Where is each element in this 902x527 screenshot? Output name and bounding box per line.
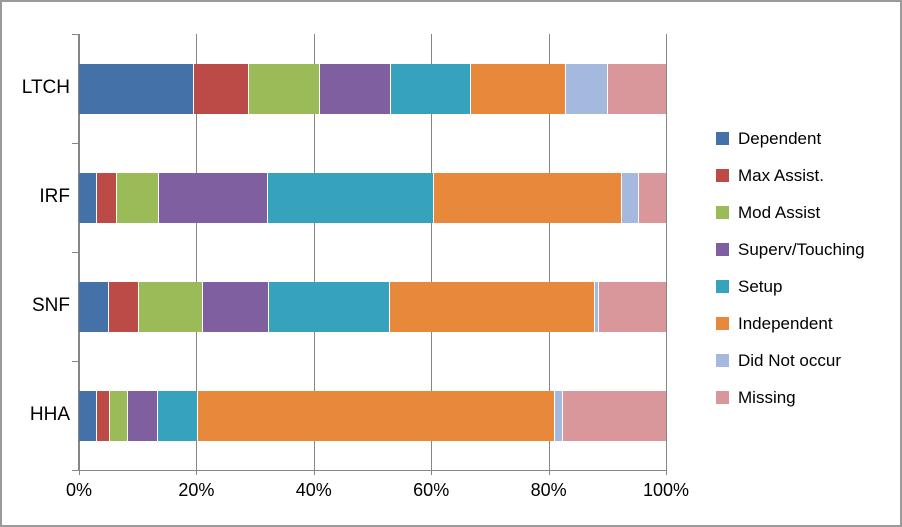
bar-segment-mod-assist [249,63,320,114]
bar-segment-independent [470,63,566,114]
x-axis-tick-label: 20% [178,480,215,500]
bar-segment-did-not-occur [555,390,564,441]
legend-label: Missing [738,387,796,407]
legend-item-dependent: Dependent [716,120,896,157]
bar-segment-superv-touching [128,390,158,441]
legend-item-independent: Independent [716,305,896,342]
bar-segment-setup [390,63,471,114]
legend-label: Independent [738,313,833,333]
gridline-100pct [666,34,667,470]
legend-swatch-icon [716,169,729,182]
stacked-bar-snf [79,281,666,332]
bar-segment-did-not-occur [565,63,609,114]
bar-segment-missing [638,172,666,223]
legend-swatch-icon [716,317,729,330]
legend-swatch-icon [716,391,729,404]
legend-label: Mod Assist [738,202,821,222]
legend-item-max-assist: Max Assist. [716,157,896,194]
bar-segment-superv-touching [203,281,270,332]
chart-container: LTCH IRF SNF HHA 0% 20% 40% 60% 80% 100% Depende… [0,0,902,527]
bar-segment-independent [390,281,595,332]
x-axis-tick-label: 60% [413,480,450,500]
x-tick [196,470,198,475]
x-axis-tick-label: 100% [642,480,690,500]
bar-segment-mod-assist [138,281,204,332]
y-axis-labels: LTCH IRF SNF HHA [2,2,79,525]
bar-segment-superv-touching [319,63,391,114]
plot-area [79,34,667,470]
bar-segment-superv-touching [158,172,268,223]
bar-segment-setup [267,172,435,223]
x-axis-tick-label: 80% [530,480,567,500]
bar-segment-mod-assist [116,172,159,223]
legend-item-setup: Setup [716,268,896,305]
bar-segment-max-assist [194,63,250,114]
x-axis-tick-label: 0% [65,480,93,500]
legend-item-missing: Missing [716,379,896,416]
legend-label: Superv/Touching [738,239,865,259]
legend-item-did-not-occur: Did Not occur [716,342,896,379]
stacked-bar-irf [79,172,666,223]
bar-segment-missing [563,390,666,441]
y-axis-tick-label-irf: IRF [39,185,70,207]
y-axis-tick-label-hha: HHA [29,403,70,425]
x-tick [548,470,550,475]
bar-segment-max-assist [108,281,139,332]
legend-swatch-icon [716,132,729,145]
y-axis-tick-label-snf: SNF [32,294,70,316]
legend-label: Setup [738,276,783,296]
bar-segment-independent [434,172,622,223]
bar-segment-setup [157,390,199,441]
stacked-bar-hha [79,390,666,441]
bar-segment-dependent [79,172,97,223]
x-tick [79,470,80,475]
y-axis-tick-label-ltch: LTCH [21,76,70,98]
x-tick [431,470,433,475]
legend-swatch-icon [716,206,729,219]
chart-legend: Dependent Max Assist. Mod Assist Superv/Tou… [716,120,896,416]
bar-segment-independent [198,390,556,441]
stacked-bar-ltch [79,63,666,114]
bar-segment-did-not-occur [621,172,639,223]
bar-segment-dependent [79,390,98,441]
bar-segment-missing [608,63,666,114]
bar-segment-max-assist [96,172,117,223]
bar-segment-missing [599,281,666,332]
legend-swatch-icon [716,354,729,367]
bar-segment-mod-assist [110,390,129,441]
x-axis-tick-label: 40% [295,480,332,500]
bar-segment-setup [269,281,391,332]
bar-segment-dependent [79,281,109,332]
x-tick [666,470,667,475]
legend-label: Did Not occur [738,350,841,370]
bar-segment-max-assist [97,390,111,441]
legend-swatch-icon [716,280,729,293]
x-tick [313,470,315,475]
legend-label: Max Assist. [738,165,824,185]
legend-swatch-icon [716,243,729,256]
legend-item-mod-assist: Mod Assist [716,194,896,231]
legend-item-superv-touching: Superv/Touching [716,231,896,268]
legend-label: Dependent [738,128,822,148]
bar-segment-dependent [79,63,195,114]
x-axis-line [79,470,667,471]
